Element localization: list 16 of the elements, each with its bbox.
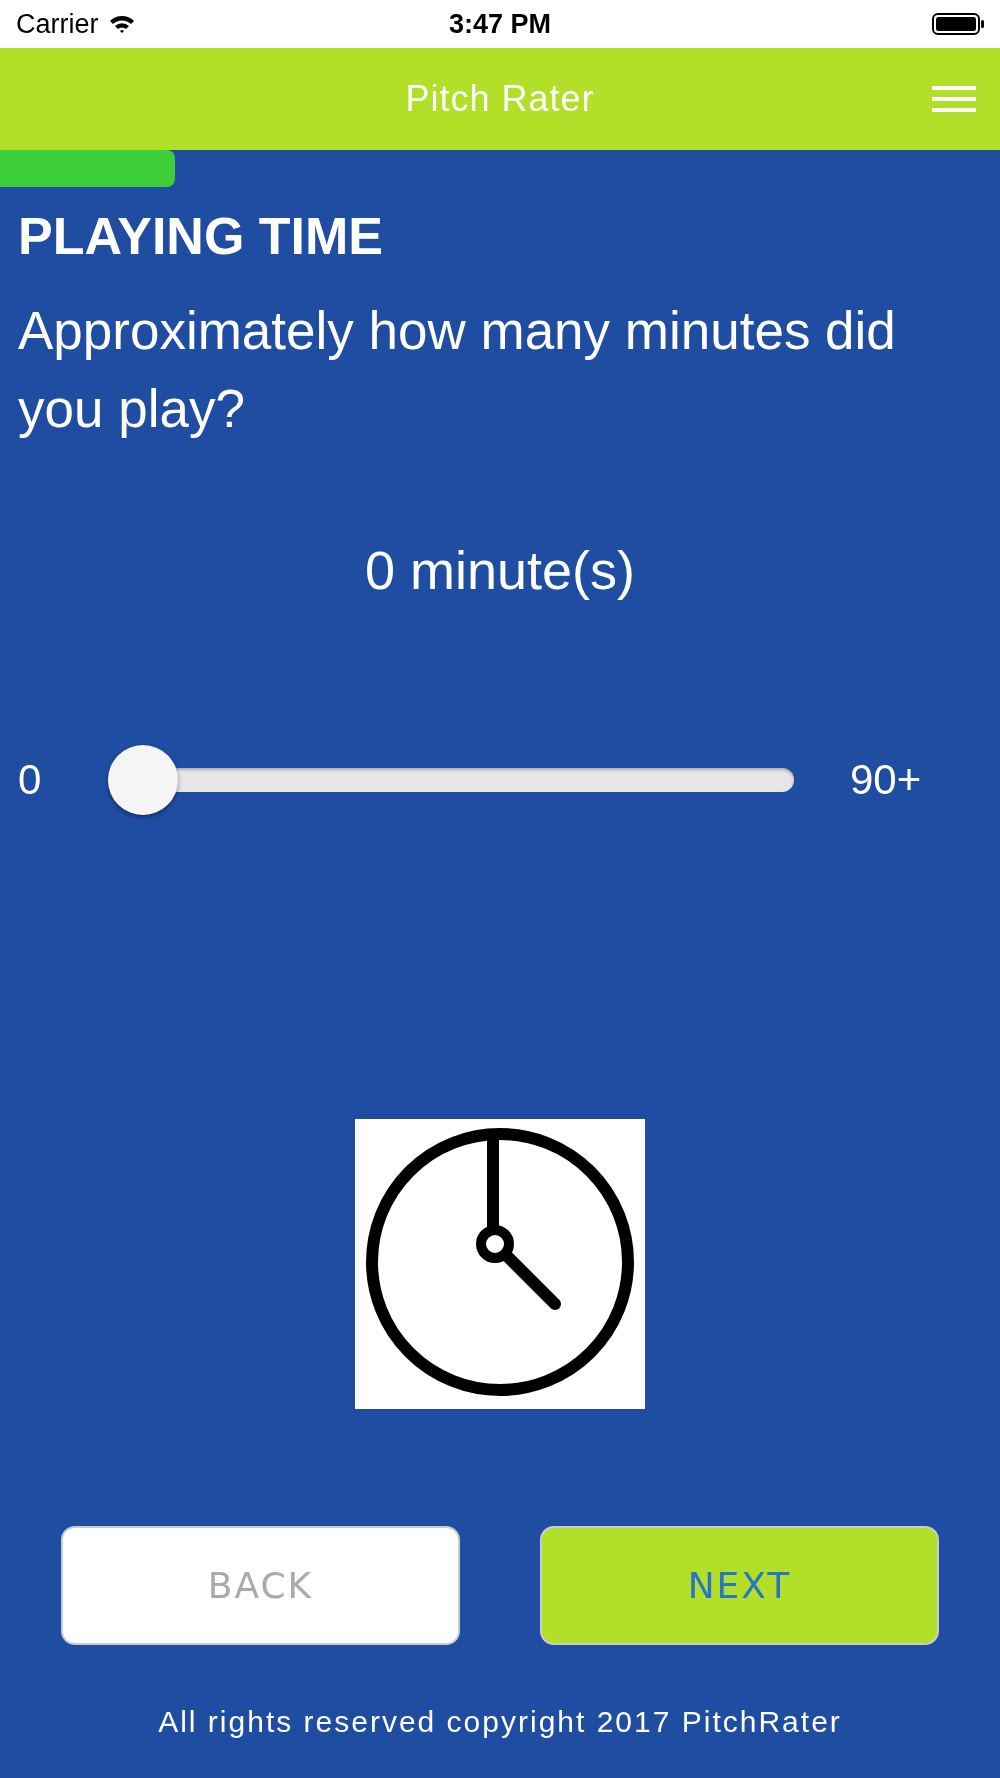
slider[interactable]	[108, 745, 794, 815]
value-label: 0 minute(s)	[363, 539, 637, 601]
copyright-text: All rights reserved copyright 2017 PitchRater	[157, 1705, 843, 1739]
clock-icon	[355, 1119, 645, 1409]
time-label: 3:47 PM	[449, 8, 551, 40]
app-title: Pitch Rater	[405, 78, 595, 120]
question-heading: PLAYING TIME	[17, 206, 384, 266]
max-label: 90+	[850, 756, 922, 804]
question-text: Approximately how many minutes did you play?	[17, 300, 897, 440]
min-label: 0	[18, 756, 43, 804]
carrier-label: Carrier	[16, 8, 99, 40]
next-button[interactable]: NEXT	[540, 1526, 939, 1645]
wifi-icon	[108, 14, 135, 34]
battery-icon	[932, 12, 986, 36]
slider-thumb[interactable]	[108, 745, 178, 815]
back-button[interactable]: BACK	[61, 1526, 460, 1645]
